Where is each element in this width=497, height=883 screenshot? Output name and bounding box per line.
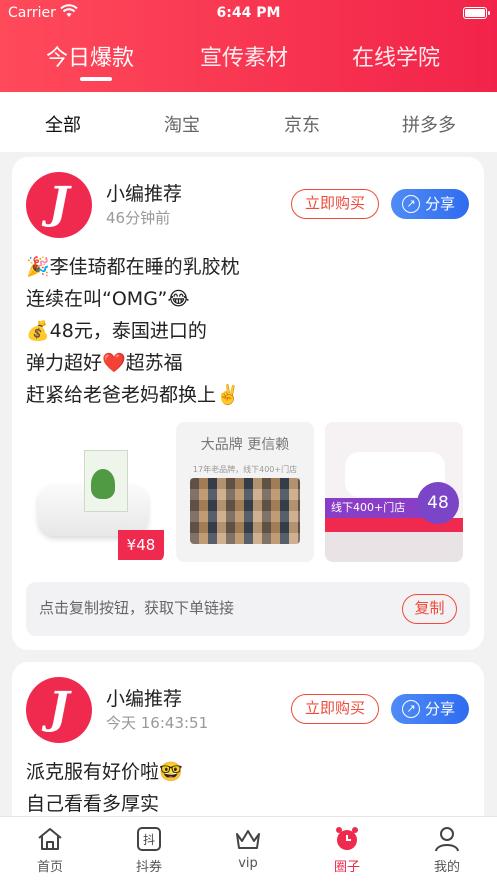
subtab-taobao[interactable]: 淘宝 <box>164 111 200 137</box>
post-text: 🎉李佳琦都在睡的乳胶枕 连续在叫“OMG”😂 💰48元，泰国进口的 弹力超好❤️… <box>26 251 466 411</box>
promo-footer <box>325 532 463 562</box>
copy-hint: 点击复制按钮，获取下单链接 <box>39 599 235 617</box>
buy-now-button[interactable]: 立即购买 <box>291 189 379 219</box>
post-time: 今天 16:43:51 <box>106 714 209 732</box>
post-line: 赶紧给老爸老妈都换上✌️ <box>26 384 240 406</box>
tabbar-item-home[interactable]: 首页 <box>10 817 90 877</box>
product-image-pillow[interactable]: ¥48 <box>26 422 164 562</box>
copy-link-bar: 点击复制按钮，获取下单链接 复制 <box>26 582 470 636</box>
brand-title: 大品牌 更信赖 <box>200 437 290 453</box>
bottom-tab-bar: 首页 抖 抖券 vip 圈子 我的 <box>0 816 497 883</box>
promo-price-badge: 48 <box>417 482 459 524</box>
top-tabs: 今日爆款 宣传素材 在线学院 <box>0 40 497 81</box>
status-bar: Carrier 6:44 PM <box>0 4 497 24</box>
post-time: 46分钟前 <box>106 209 171 227</box>
tabbar-item-circle[interactable]: 圈子 <box>307 817 387 877</box>
svg-text:抖: 抖 <box>143 833 155 847</box>
avatar[interactable]: J <box>26 677 92 743</box>
tabbar-label: 首页 <box>36 860 63 875</box>
tabbar-label: 抖券 <box>135 860 162 875</box>
alarm-clock-icon <box>336 827 358 850</box>
post-line: 弹力超好❤️超苏福 <box>26 352 183 374</box>
share-button[interactable]: ↗ 分享 <box>391 189 469 219</box>
post-card: J 小编推荐 今天 16:43:51 立即购买 ↗ 分享 派克服有好价啦🤓 自己… <box>12 662 484 842</box>
share-label: 分享 <box>425 700 456 718</box>
brand-subtitle: 17年老品牌，线下400+门店 <box>192 465 298 474</box>
copy-button[interactable]: 复制 <box>402 594 457 624</box>
tab-online-academy[interactable]: 在线学院 <box>352 40 440 72</box>
douquan-icon: 抖 <box>137 827 161 851</box>
post-line: 🎉李佳琦都在睡的乳胶枕 <box>26 256 240 278</box>
buy-now-button[interactable]: 立即购买 <box>291 694 379 724</box>
tab-today-hot[interactable]: 今日爆款 <box>46 40 134 72</box>
store-photo-mosaic <box>190 478 300 544</box>
subtab-jd[interactable]: 京东 <box>284 111 320 137</box>
tabbar-label: 我的 <box>433 860 460 875</box>
tabbar-item-douquan[interactable]: 抖 抖券 <box>109 817 189 877</box>
product-image-brand[interactable]: 大品牌 更信赖 17年老品牌，线下400+门店 <box>176 422 314 562</box>
tab-promo-materials[interactable]: 宣传素材 <box>200 40 288 72</box>
tabbar-label: vip <box>238 856 258 871</box>
header: Carrier 6:44 PM 今日爆款 宣传素材 在线学院 <box>0 0 497 92</box>
share-icon: ↗ <box>402 700 420 718</box>
post-line: 💰48元，泰国进口的 <box>26 320 207 342</box>
battery-icon <box>463 7 490 19</box>
status-time: 6:44 PM <box>216 5 281 21</box>
share-icon: ↗ <box>402 195 420 213</box>
share-label: 分享 <box>425 195 456 213</box>
tabbar-item-vip[interactable]: vip <box>208 817 288 877</box>
tabbar-item-mine[interactable]: 我的 <box>407 817 487 877</box>
price-tag: ¥48 <box>118 530 164 560</box>
post-card: J 小编推荐 46分钟前 立即购买 ↗ 分享 🎉李佳琦都在睡的乳胶枕 连续在叫“… <box>12 157 484 650</box>
post-text: 派克服有好价啦🤓 自己看看多厚实 <box>26 756 466 820</box>
author-name: 小编推荐 <box>106 688 183 710</box>
subtab-all[interactable]: 全部 <box>45 111 81 137</box>
person-icon <box>435 827 459 852</box>
tabbar-label: 圈子 <box>333 860 360 875</box>
home-icon <box>38 828 62 850</box>
post-line: 派克服有好价啦🤓 <box>26 761 183 783</box>
subtab-pinduoduo[interactable]: 拼多多 <box>402 111 456 137</box>
active-tab-indicator <box>80 77 112 81</box>
product-image-promo[interactable]: 线下400+门店 48 <box>325 422 463 562</box>
product-box <box>84 450 128 512</box>
share-button[interactable]: ↗ 分享 <box>391 694 469 724</box>
author-name: 小编推荐 <box>106 183 183 205</box>
platform-filter-tabs: 全部 淘宝 京东 拼多多 <box>0 92 497 152</box>
avatar[interactable]: J <box>26 172 92 238</box>
post-line: 连续在叫“OMG”😂 <box>26 288 190 310</box>
crown-icon <box>236 830 260 849</box>
